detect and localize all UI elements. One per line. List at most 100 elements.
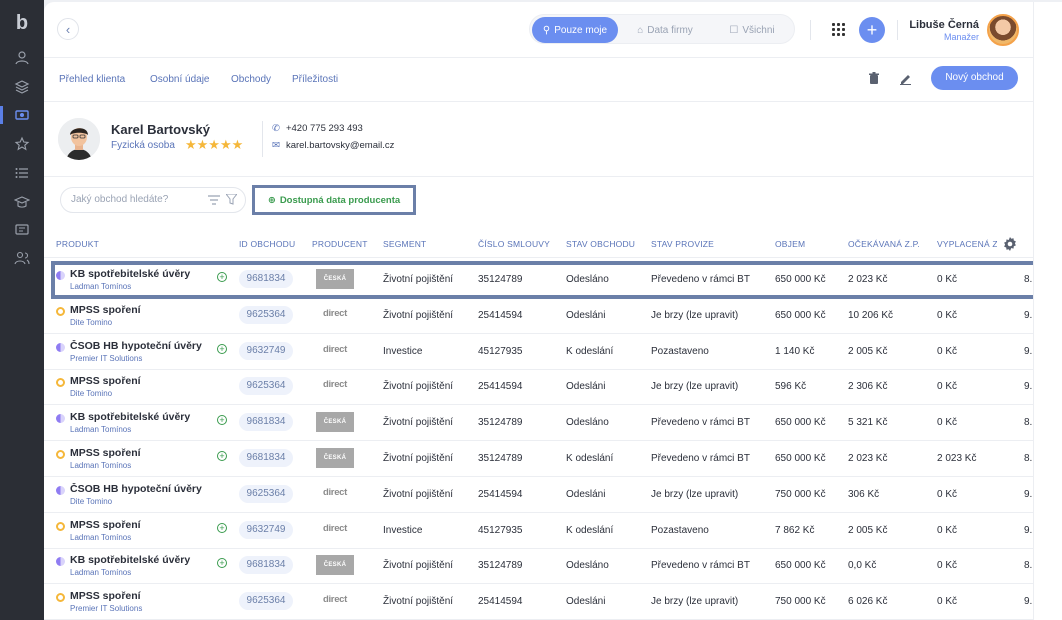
add-circle-icon[interactable]: + [217, 272, 227, 282]
back-button[interactable]: ‹ [57, 18, 79, 40]
paid-commission-cell: 0 Kč [937, 274, 958, 285]
tab-deals[interactable]: Obchody [231, 74, 271, 85]
col-deal-id[interactable]: ID obchodu [239, 239, 295, 249]
status-half-dot-icon [56, 342, 65, 352]
deal-id-badge[interactable]: 9625364 [239, 592, 293, 611]
product-name[interactable]: KB spotřebitelské úvěry [70, 554, 205, 566]
product-name[interactable]: MPSS spoření [70, 519, 205, 531]
col-commission-status[interactable]: Stav provize [651, 239, 714, 249]
add-circle-icon[interactable]: + [217, 522, 227, 533]
deal-id-badge[interactable]: 9632749 [239, 341, 293, 360]
contract-cell: 35124789 [478, 274, 523, 285]
table-row[interactable]: KB spotřebitelské úvěry Ladman Tomínos +96… [51, 261, 1033, 299]
product-name[interactable]: MPSS spoření [70, 304, 205, 316]
layers-icon[interactable] [12, 77, 32, 97]
client-phone[interactable]: ✆ +420 775 293 493 [272, 123, 363, 134]
deal-id-badge[interactable]: 9681834 [239, 449, 293, 467]
edit-icon[interactable] [897, 70, 913, 86]
col-expected[interactable]: Očekávaná z.p. [848, 239, 920, 249]
product-name[interactable]: KB spotřebitelské úvěry [70, 268, 205, 280]
producer-logo: direct [322, 343, 348, 355]
table-row[interactable]: MPSS spoření Ladman Tomínos +9681834 ČESKÁ Ž… [44, 441, 1033, 477]
search-icons [208, 192, 239, 210]
col-contract[interactable]: Číslo smlouvy [478, 239, 550, 249]
product-name[interactable]: ČSOB HB hypoteční úvěry [70, 483, 205, 495]
product-name[interactable]: MPSS spoření [70, 590, 205, 602]
add-button[interactable]: + [859, 17, 885, 43]
new-deal-button[interactable]: Nový obchod [931, 66, 1018, 90]
trash-icon[interactable] [866, 70, 882, 86]
col-volume[interactable]: Objem [775, 239, 805, 249]
col-segment[interactable]: Segment [383, 239, 426, 249]
col-product[interactable]: Produkt [56, 239, 99, 249]
contract-cell: 35124789 [478, 560, 523, 572]
table-row[interactable]: MPSS spoření Dite Tomino 9625364 direct Živo… [44, 369, 1033, 406]
add-circle-icon[interactable]: + [217, 415, 227, 426]
product-name[interactable]: KB spotřebitelské úvěry [70, 411, 205, 423]
deal-id-badge[interactable]: 9625364 [239, 377, 293, 396]
table-row[interactable]: KB spotřebitelské úvěry Ladman Tomínos +96… [44, 405, 1033, 442]
overflow-cell: 9. [1024, 381, 1033, 393]
table-row[interactable]: KB spotřebitelské úvěry Ladman Tomínos +96… [44, 548, 1033, 585]
overflow-cell: 9. [1024, 488, 1033, 500]
user-icon[interactable] [12, 48, 32, 68]
filter-only-mine[interactable]: ⚲ Pouze moje [532, 17, 618, 43]
product-name[interactable]: MPSS spoření [70, 375, 205, 387]
deal-id-badge[interactable]: 9681834 [239, 556, 293, 575]
paid-commission-cell: 0 Kč [937, 596, 958, 608]
deal-id-badge[interactable]: 9632749 [239, 520, 293, 539]
tab-client-overview[interactable]: Přehled klienta [59, 74, 125, 85]
filter-label: Data firmy [647, 24, 693, 36]
deal-id-badge[interactable]: 9625364 [239, 484, 293, 503]
sort-icon[interactable] [208, 192, 220, 210]
table-row[interactable]: ČSOB HB hypoteční úvěry Premier IT Soluti… [44, 334, 1033, 370]
chat-icon[interactable] [12, 220, 32, 240]
deal-status-cell: Odesláni [566, 488, 606, 500]
email-value: karel.bartovsky@email.cz [285, 140, 395, 151]
phone-icon: ✆ [272, 123, 280, 134]
client-email[interactable]: ✉ karel.bartovsky@email.cz [272, 140, 394, 151]
tab-personal-data[interactable]: Osobní údaje [150, 74, 210, 85]
product-name[interactable]: ČSOB HB hypoteční úvěry [70, 340, 205, 352]
product-name[interactable]: MPSS spoření [70, 447, 205, 459]
deal-id-badge[interactable]: 9681834 [239, 413, 293, 432]
col-paid[interactable]: Vyplacená z [937, 239, 997, 249]
filter-company-data[interactable]: ⌂ Data firmy [620, 17, 710, 43]
table-row[interactable]: ČSOB HB hypoteční úvěry Dite Tomino 962536… [44, 477, 1033, 513]
star-icon[interactable] [12, 134, 32, 154]
add-circle-icon[interactable]: + [217, 558, 227, 569]
filter-all[interactable]: ☐ Všichni [712, 17, 792, 43]
commission-status-cell: Převedeno v rámci BT [651, 560, 750, 572]
col-deal-status[interactable]: Stav obchodu [566, 239, 635, 249]
col-producer[interactable]: Producent [312, 239, 368, 249]
add-circle-icon[interactable]: + [217, 451, 227, 461]
user-avatar[interactable] [987, 14, 1019, 46]
volume-cell: 1 140 Kč [775, 345, 815, 357]
volume-cell: 596 Kč [775, 381, 807, 393]
team-icon[interactable] [12, 248, 32, 268]
tab-opportunities[interactable]: Příležitosti [292, 74, 338, 85]
table-row[interactable]: MPSS spoření Dite Tomino 9625364 direct Živo… [44, 298, 1033, 334]
filter-icon[interactable] [224, 192, 239, 210]
apps-grid-icon[interactable] [832, 23, 845, 36]
person-icon: ⚲ [542, 24, 551, 36]
add-circle-icon[interactable]: + [217, 343, 227, 354]
product-client: Premier IT Solutions [70, 604, 143, 614]
expected-commission-cell: 10 206 Kč [848, 309, 894, 321]
overflow-cell: 9. [1024, 309, 1033, 321]
producer-data-button[interactable]: ⊕ Dostupná data producenta [252, 185, 416, 215]
status-ring-icon [56, 450, 65, 459]
right-scroll-area [1033, 2, 1062, 620]
list-icon[interactable] [12, 163, 32, 183]
producer-logo: direct [322, 522, 348, 534]
deals-icon[interactable] [12, 105, 32, 125]
table-row[interactable]: MPSS spoření Premier IT Solutions 9625364 d… [44, 584, 1033, 620]
status-ring-icon [56, 521, 65, 531]
volume-cell: 750 000 Kč [775, 488, 826, 500]
deal-id-badge[interactable]: 9681834 [239, 270, 293, 288]
table-row[interactable]: MPSS spoření Ladman Tomínos +9632749 direct… [44, 513, 1033, 549]
education-icon[interactable] [12, 192, 32, 212]
settings-gear-icon[interactable] [1002, 236, 1018, 252]
deal-id-badge[interactable]: 9625364 [239, 305, 293, 324]
client-avatar [58, 118, 100, 160]
